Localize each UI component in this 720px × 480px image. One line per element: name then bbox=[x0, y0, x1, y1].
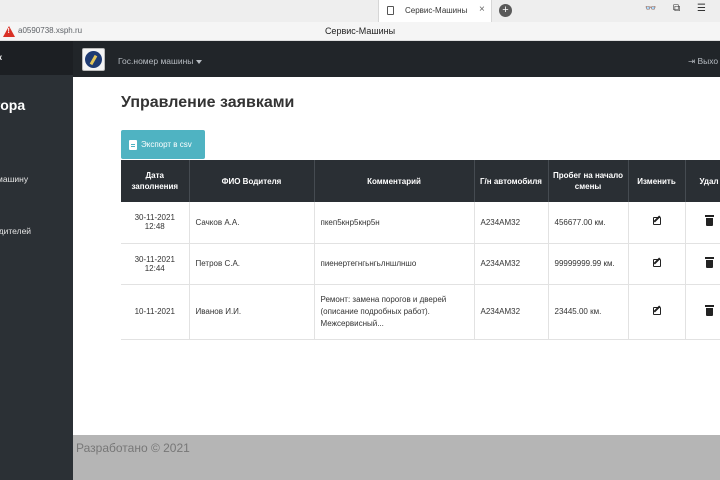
caret-down-icon bbox=[196, 59, 203, 64]
file-csv-icon bbox=[129, 139, 137, 150]
trash-icon[interactable] bbox=[704, 304, 714, 316]
browser-menu-icon[interactable]: ☰ bbox=[697, 3, 706, 14]
logo[interactable] bbox=[82, 48, 105, 71]
sidebar: ик истратора ра машину ия водителей bbox=[0, 41, 73, 480]
footer: Разработано © 2021 bbox=[73, 435, 720, 480]
logo-mark bbox=[89, 54, 98, 66]
header-delete: Удал bbox=[685, 160, 720, 202]
page-icon bbox=[387, 6, 394, 15]
export-csv-label: Экспорт в csv bbox=[141, 139, 192, 149]
logo-emblem bbox=[85, 51, 102, 68]
edit-icon[interactable] bbox=[652, 258, 661, 267]
cell-driver: Иванов И.И. bbox=[189, 284, 315, 340]
table-header-row: Дата заполнения ФИО Водителя Комментарий… bbox=[121, 160, 720, 202]
sidebar-top-label: ик bbox=[0, 53, 2, 62]
requests-table: Дата заполнения ФИО Водителя Комментарий… bbox=[121, 160, 720, 340]
cell-comment: пкеп5кнр5кнр5н bbox=[314, 202, 475, 244]
cell-date: 30-11-2021 12:44 bbox=[121, 243, 190, 285]
cell-edit bbox=[628, 243, 686, 285]
cell-comment: пиенертегнгьнгьлншлншо bbox=[314, 243, 475, 285]
cell-plate: А234АМ32 bbox=[474, 284, 549, 340]
sidebar-item-2[interactable]: машину bbox=[0, 174, 28, 184]
cell-delete bbox=[685, 202, 720, 244]
table-row: 30-11-2021 12:48 Сачков А.А. пкеп5кнр5кн… bbox=[121, 202, 720, 244]
trash-icon[interactable] bbox=[704, 215, 714, 227]
header-mileage[interactable]: Пробег на начало смены bbox=[548, 160, 629, 202]
header-comment[interactable]: Комментарий bbox=[314, 160, 475, 202]
sidebar-top: ик bbox=[0, 41, 73, 75]
cell-date: 30-11-2021 12:48 bbox=[121, 202, 190, 244]
new-tab-button[interactable]: + bbox=[499, 4, 512, 17]
cell-comment: Ремонт: замена порогов и дверей (описани… bbox=[314, 284, 475, 340]
cell-plate: А234АМ32 bbox=[474, 243, 549, 285]
cell-delete bbox=[685, 284, 720, 340]
plate-dropdown-label: Гос.номер машины bbox=[118, 56, 194, 66]
sidebar-heading: истратора bbox=[0, 97, 26, 113]
header-plate[interactable]: Г/н автомобиля bbox=[474, 160, 549, 202]
edit-icon[interactable] bbox=[652, 217, 661, 226]
tab-close-icon[interactable]: × bbox=[479, 4, 485, 15]
main-content: Управление заявками Экспорт в csv Дата з… bbox=[73, 77, 720, 435]
plate-dropdown[interactable]: Гос.номер машины bbox=[118, 56, 203, 66]
screen: Сервис-Машины × + 👓 ⧉ ☰ ! a0590738.xsph.… bbox=[0, 0, 720, 480]
edit-icon[interactable] bbox=[652, 306, 661, 315]
navbar: Гос.номер машины ⇥ Выхо bbox=[73, 41, 720, 77]
cell-edit bbox=[628, 202, 686, 244]
window-restore-icon[interactable]: ⧉ bbox=[673, 3, 680, 14]
page-heading: Управление заявками bbox=[121, 94, 295, 111]
cell-date: 10-11-2021 bbox=[121, 284, 190, 340]
table-row: 30-11-2021 12:44 Петров С.А. пиенертегнг… bbox=[121, 243, 720, 285]
browser-tab[interactable]: Сервис-Машины × bbox=[378, 0, 492, 22]
address-bar[interactable]: ! a0590738.xsph.ru Сервис-Машины bbox=[0, 22, 720, 41]
reader-mode-icon[interactable]: 👓 bbox=[645, 3, 656, 14]
footer-copyright: Разработано © 2021 bbox=[76, 441, 190, 455]
cell-delete bbox=[685, 243, 720, 285]
browser-tab-strip: Сервис-Машины × + 👓 ⧉ ☰ bbox=[0, 0, 720, 22]
header-driver[interactable]: ФИО Водителя bbox=[189, 160, 315, 202]
cell-mileage: 456677.00 км. bbox=[548, 202, 629, 244]
cell-plate: А234АМ32 bbox=[474, 202, 549, 244]
header-edit: Изменить bbox=[628, 160, 686, 202]
cell-mileage: 99999999.99 км. bbox=[548, 243, 629, 285]
export-csv-button[interactable]: Экспорт в csv bbox=[121, 130, 205, 159]
cell-driver: Петров С.А. bbox=[189, 243, 315, 285]
cell-edit bbox=[628, 284, 686, 340]
cell-mileage: 23445.00 км. bbox=[548, 284, 629, 340]
header-date[interactable]: Дата заполнения bbox=[121, 160, 190, 202]
trash-icon[interactable] bbox=[704, 256, 714, 268]
logout-link[interactable]: ⇥ Выхо bbox=[688, 56, 718, 67]
tab-title: Сервис-Машины bbox=[405, 6, 468, 15]
window-title: Сервис-Машины bbox=[324, 26, 396, 36]
sidebar-item-3[interactable]: ия водителей bbox=[0, 226, 31, 236]
table-row: 10-11-2021 Иванов И.И. Ремонт: замена по… bbox=[121, 284, 720, 340]
cell-driver: Сачков А.А. bbox=[189, 202, 315, 244]
